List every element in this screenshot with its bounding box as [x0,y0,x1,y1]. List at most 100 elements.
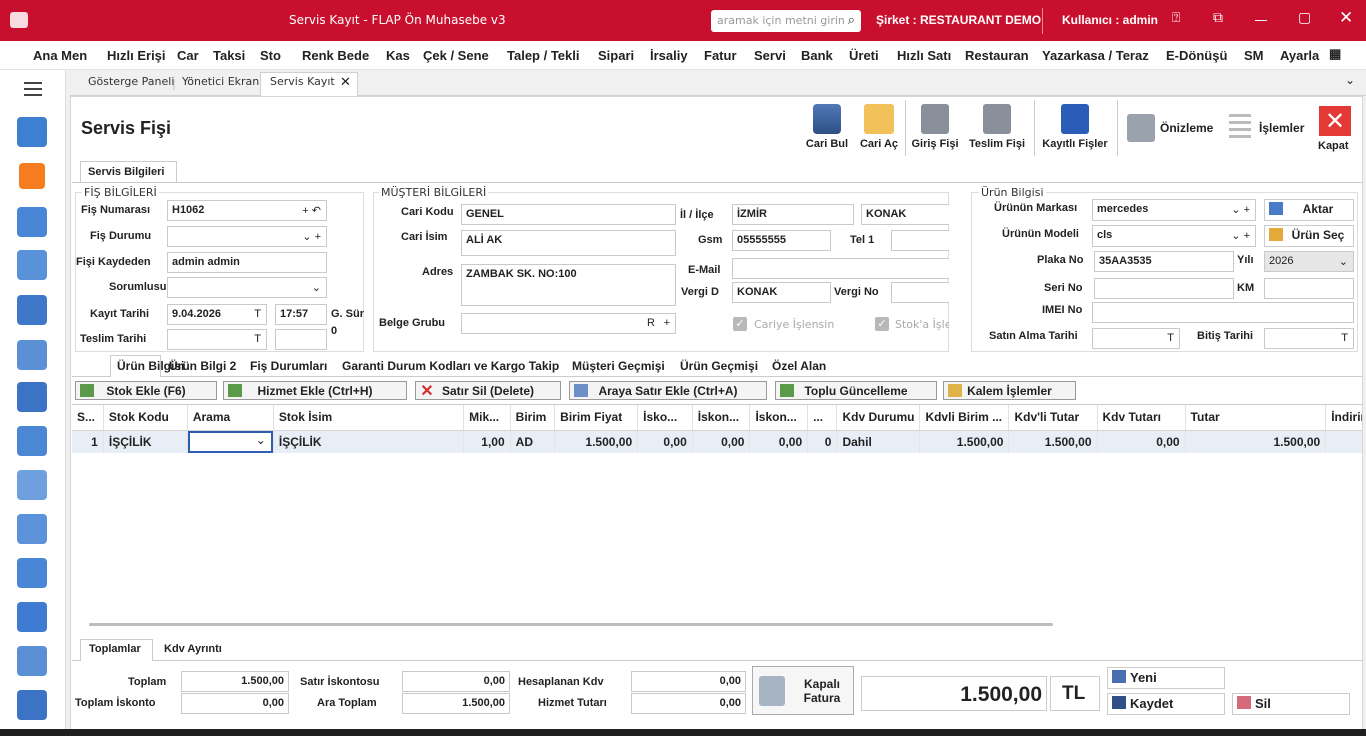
money-bag-icon[interactable] [17,690,47,720]
column-header[interactable]: İndirim [1325,405,1362,431]
close-window-icon[interactable]: ✕ [1339,8,1353,28]
column-header[interactable]: Arama [187,405,274,431]
toplam-field[interactable]: 1.500,00 [181,671,289,692]
menu-item-15[interactable]: Hızlı Satı [897,48,951,63]
column-header[interactable]: Stok İsim [273,405,465,431]
menu-item-14[interactable]: Üreti [849,48,879,63]
arama-combobox[interactable]: ⌄ [187,430,273,453]
ara-toplam-field[interactable]: 1.500,00 [402,693,510,714]
tab-urun-bilgi-2[interactable]: Ürün Bilgi 2 [163,356,242,377]
islemler-button[interactable]: İşlemler [1259,121,1304,135]
stok-ekle-button[interactable]: Stok Ekle (F6) [75,381,217,400]
table-cell[interactable]: 1.500,00 [1008,430,1098,453]
maximize-icon[interactable]: ▢ [1298,10,1311,26]
teslim-fisi-button[interactable]: Teslim Fişi [966,104,1028,150]
kayit-saati-field[interactable]: 17:57 [275,304,327,325]
teslim-saati-field[interactable] [275,329,327,350]
sorumlusu-select[interactable]: ⌄ [167,277,327,298]
yili-select[interactable]: 2026 ⌄ [1264,251,1354,272]
column-header[interactable]: S... [72,405,104,431]
plaka-no-field[interactable]: 35AA3535 [1094,251,1234,272]
menu-item-11[interactable]: Fatur [704,48,737,63]
tab-musteri-gecmisi[interactable]: Müşteri Geçmişi [566,356,671,377]
vergi-no-field[interactable] [891,282,949,303]
close-tab-icon[interactable]: ✕ [340,75,351,90]
column-header[interactable]: Kdv'li Tutar [1008,405,1098,431]
column-header[interactable]: Kdv Tutarı [1097,405,1186,431]
dashboard-icon[interactable] [17,117,47,147]
menu-item-13[interactable]: Bank [801,48,833,63]
preview-icon[interactable] [1127,114,1155,142]
fis-numarasi-field[interactable]: H1062 + ↶ [167,200,327,221]
kapali-fatura-button[interactable]: Kapalı Fatura [752,666,854,715]
column-header[interactable]: Kdv Durumu [836,405,921,431]
aktar-button[interactable]: Aktar [1264,199,1354,221]
tabs-dropdown-icon[interactable]: ⌄ [1345,73,1355,87]
tab-gosterge-paneli[interactable]: Gösterge Paneli [78,71,184,95]
menu-item-12[interactable]: Servi [754,48,786,63]
column-header[interactable]: İskon... [749,405,809,431]
hesaplanan-kdv-field[interactable]: 0,00 [631,671,746,692]
il-field[interactable]: İZMİR [732,204,854,225]
table-cell[interactable]: 1.500,00 [919,430,1010,453]
help-icon[interactable]: ⍰ [1172,10,1180,26]
urunun-modeli-select[interactable]: cls ⌄ + [1092,225,1256,247]
ilce-field[interactable]: KONAK [861,204,949,225]
tab-yonetici-ekrani[interactable]: Yönetici Ekranı [172,71,272,95]
gsm-field[interactable]: 05555555 [732,230,831,251]
imei-no-field[interactable] [1092,302,1354,323]
seri-no-field[interactable] [1094,278,1234,299]
tab-garanti-durum-kodlari[interactable]: Garanti Durum Kodları ve Kargo Takip [336,356,565,377]
toplam-iskonto-field[interactable]: 0,00 [181,693,289,714]
menu-item-19[interactable]: SM [1244,48,1264,63]
register-icon[interactable] [17,602,47,632]
yeni-button[interactable]: Yeni [1107,667,1225,689]
bitis-tarihi-field[interactable]: T [1264,328,1354,349]
calculator-icon[interactable]: ▦ [1329,46,1341,62]
column-header[interactable]: İskon... [692,405,751,431]
kayitli-fisler-button[interactable]: Kayıtlı Fişler [1038,104,1112,150]
box-icon[interactable] [17,295,47,325]
satin-alma-tarihi-field[interactable]: T [1092,328,1180,349]
table-cell[interactable]: 0,00 [749,430,809,453]
contacts-icon[interactable] [17,207,47,237]
tab-ozel-alan[interactable]: Özel Alan [766,356,832,377]
menu-item-5[interactable]: Renk Bede [302,48,369,63]
column-header[interactable]: Kdvli Birim ... [919,405,1010,431]
safe-icon[interactable] [17,382,47,412]
servis-bilgileri-tab[interactable]: Servis Bilgileri [80,161,177,183]
araya-satir-ekle-button[interactable]: Araya Satır Ekle (Ctrl+A) [569,381,767,400]
rss-icon[interactable] [19,163,45,189]
belge-grubu-field[interactable]: R + [461,313,676,334]
table-cell[interactable]: 1.500,00 [554,430,639,453]
km-field[interactable] [1264,278,1354,299]
tab-servis-kayit[interactable]: Servis Kayıt [260,71,345,95]
checklist-icon[interactable] [17,514,47,544]
tools-icon[interactable] [17,340,47,370]
table-cell[interactable]: İŞÇİLİK [273,430,465,453]
table-row[interactable]: 1 İŞÇİLİK ⌄ İŞÇİLİK 1,00 AD 1.500,00 0,00 0,00 0,… [72,430,1362,453]
cariye-islensin-checkbox[interactable]: ✓ [733,317,747,331]
fis-durumu-select[interactable]: ⌄ + [167,226,327,247]
table-cell[interactable]: 0,00 [692,430,751,453]
column-header[interactable]: Tutar [1185,405,1327,431]
satir-sil-button[interactable]: ✕ Satır Sil (Delete) [415,381,561,400]
urun-sec-button[interactable]: Ürün Seç [1264,225,1354,247]
table-cell[interactable]: İŞÇİLİK [103,430,188,453]
vergi-dairesi-field[interactable]: KONAK [732,282,831,303]
teslim-tarihi-field[interactable]: T [167,329,267,350]
invoice-icon[interactable] [17,426,47,456]
close-form-icon[interactable]: ✕ [1319,106,1351,136]
table-cell[interactable]: Dahil [836,430,921,453]
cari-kodu-field[interactable]: GENEL [461,204,676,225]
cari-bul-button[interactable]: Cari Bul [803,104,851,150]
tab-toplamlar[interactable]: Toplamlar [83,640,147,661]
menu-item-6[interactable]: Kas [386,48,410,63]
menu-item-18[interactable]: E-Dönüşü [1166,48,1227,63]
kalem-islemler-button[interactable]: Kalem İşlemler [943,381,1076,400]
column-header[interactable]: Birim Fiyat [554,405,639,431]
search-icon[interactable]: ⌕ [848,13,855,28]
discount-icon[interactable] [17,250,47,280]
tel1-field[interactable] [891,230,949,251]
table-cell[interactable]: 0,00 [637,430,693,453]
